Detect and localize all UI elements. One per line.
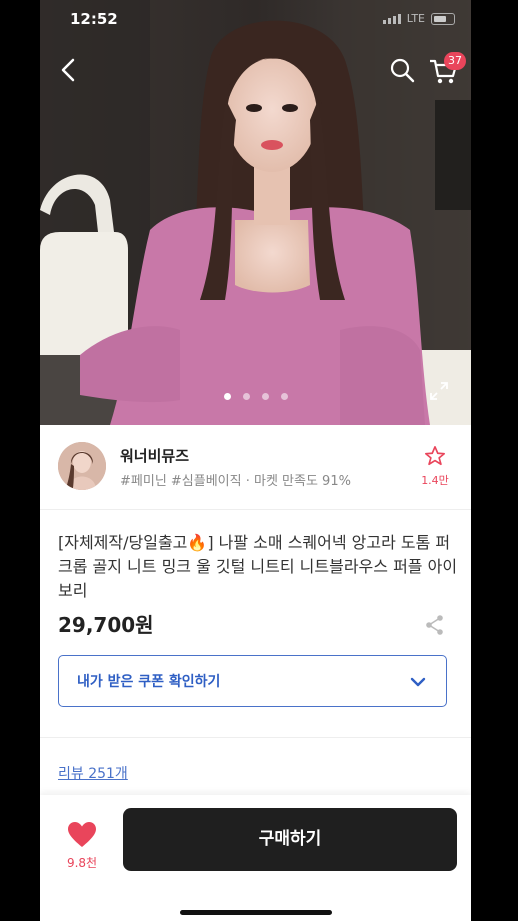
expand-icon[interactable] — [428, 380, 450, 402]
seller-info[interactable]: 워너비뮤즈 #페미닌 #심플베이직 · 마켓 만족도 91% 1.4만 — [40, 425, 471, 510]
star-icon — [425, 446, 445, 466]
avatar-image — [58, 442, 106, 490]
product-price: 29,700원 — [58, 613, 154, 637]
status-bar: 12:52 LTE — [40, 10, 471, 32]
seller-avatar[interactable] — [58, 442, 106, 490]
product-title: [자체제작/당일출고🔥] 나팔 소매 스퀘어넥 앙고라 도톰 퍼 크롭 골지 니… — [58, 533, 458, 600]
like-count: 9.8천 — [66, 856, 98, 870]
divider — [40, 737, 471, 738]
product-image-carousel[interactable]: 12:52 LTE 37 — [40, 0, 471, 425]
search-icon[interactable] — [389, 57, 415, 83]
carousel-indicator — [40, 393, 471, 400]
reviews-link[interactable]: 리뷰 251개 — [58, 763, 128, 783]
phone-screen: 12:52 LTE 37 워너비뮤즈 #페미닌 #심플베이직 · 마켓 만족도 … — [40, 0, 471, 921]
bottom-action-bar: 9.8천 구매하기 — [40, 795, 471, 921]
carousel-dot — [280, 393, 288, 400]
back-icon[interactable] — [56, 56, 80, 84]
share-icon[interactable] — [425, 614, 445, 636]
coupon-label: 내가 받은 쿠폰 확인하기 — [77, 674, 221, 690]
buy-button[interactable]: 구매하기 — [123, 808, 457, 871]
seller-tags: #페미닌 #심플베이직 · 마켓 만족도 91% — [120, 474, 351, 489]
chevron-down-icon — [410, 677, 426, 687]
status-indicators: LTE — [382, 12, 455, 25]
coupon-check-button[interactable]: 내가 받은 쿠폰 확인하기 — [58, 655, 447, 707]
carousel-dot — [242, 393, 250, 400]
cart-count-badge: 37 — [444, 52, 466, 70]
status-time: 12:52 — [70, 10, 118, 28]
home-indicator — [180, 910, 332, 915]
carousel-dot-active — [223, 393, 231, 400]
signal-icon — [382, 13, 401, 24]
store-favorite-count: 1.4만 — [421, 474, 449, 487]
battery-icon — [431, 12, 455, 25]
network-label: LTE — [406, 12, 425, 25]
like-button[interactable]: 9.8천 — [62, 821, 102, 871]
store-favorite-button[interactable]: 1.4만 — [420, 445, 450, 488]
carousel-dot — [261, 393, 269, 400]
seller-name[interactable]: 워너비뮤즈 — [120, 445, 189, 466]
heart-icon — [68, 822, 96, 847]
